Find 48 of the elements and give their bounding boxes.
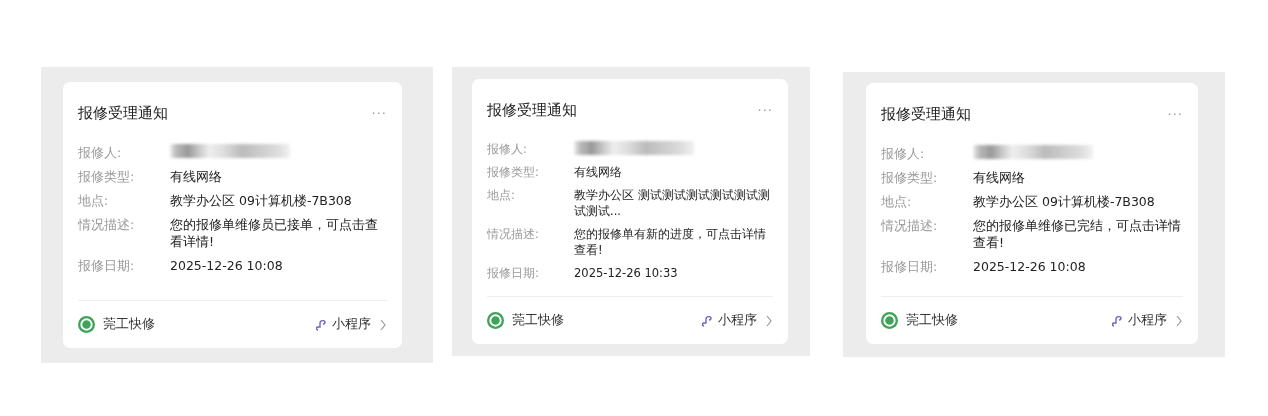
field-label: 地点:: [881, 192, 913, 210]
notification-card[interactable]: 报修受理通知 ··· 报修人: 报修类型: 有线网络 地点: 教学办公区 09计算机楼-7B308 情况描述: 您的报修单维修已完结，可点击详情查看! 报修日期: 2025-12-26 10:08 莞工快修 小程序: [866, 83, 1198, 344]
chevron-right-icon: [765, 314, 773, 327]
chevron-right-icon: [1175, 314, 1183, 327]
app-logo-icon: [487, 312, 504, 329]
field-value: 有线网络: [973, 168, 1025, 186]
field-label: 情况描述:: [881, 216, 939, 235]
mini-program-link[interactable]: 小程序: [316, 315, 387, 334]
field-value: 2025-12-26 10:08: [973, 257, 1086, 275]
field-label: 情况描述:: [78, 215, 136, 234]
card-title: 报修受理通知: [881, 104, 971, 125]
app-name: 莞工快修: [103, 315, 155, 334]
field-label: 报修人:: [881, 144, 926, 162]
chevron-right-icon: [379, 318, 387, 331]
field-label: 报修日期:: [487, 264, 540, 281]
field-value: 有线网络: [170, 167, 222, 185]
link-icon: [702, 313, 714, 328]
field-label: 情况描述:: [487, 225, 540, 243]
field-value: 您的报修单有新的进度，可点击详情查看!: [574, 225, 767, 258]
field-value: 2025-12-26 10:08: [170, 256, 283, 274]
field-label: 报修人:: [487, 140, 528, 157]
field-label: 报修类型:: [881, 168, 939, 186]
field-value: 您的报修单维修员已接单，可点击查看详情!: [170, 215, 379, 250]
field-label: 地点:: [78, 191, 110, 209]
field-label: 报修类型:: [78, 167, 136, 185]
field-label: 报修人:: [78, 143, 123, 161]
app-logo-icon: [881, 312, 898, 329]
card-title: 报修受理通知: [487, 100, 577, 121]
field-value: 教学办公区 09计算机楼-7B308: [973, 192, 1155, 210]
field-value: 有线网络: [574, 163, 622, 180]
field-label: 报修日期:: [78, 256, 136, 274]
field-value: 您的报修单维修已完结，可点击详情查看!: [973, 216, 1182, 251]
field-value: 教学办公区 09计算机楼-7B308: [170, 191, 352, 209]
link-icon: [316, 317, 328, 332]
app-name: 莞工快修: [906, 311, 958, 330]
field-label: 报修日期:: [881, 257, 939, 275]
notification-card[interactable]: 报修受理通知 ··· 报修人: 报修类型: 有线网络 地点: 教学办公区 09计算机楼-7B308 情况描述: 您的报修单维修员已接单，可点击查看详情! 报修日期: 2025-12-26 10:08 莞工快修 小程序: [63, 82, 402, 348]
card-title: 报修受理通知: [78, 103, 168, 124]
mini-program-link[interactable]: 小程序: [702, 311, 773, 330]
field-value: 教学办公区 测试测试测试测试测试测试测试...: [574, 186, 771, 219]
app-name: 莞工快修: [512, 311, 564, 330]
link-icon: [1112, 313, 1124, 328]
field-label: 地点:: [487, 186, 516, 204]
field-label: 报修类型:: [487, 163, 540, 180]
mini-program-link[interactable]: 小程序: [1112, 311, 1183, 330]
field-value: 2025-12-26 10:33: [574, 264, 678, 281]
app-logo-icon: [78, 316, 95, 333]
notification-card[interactable]: 报修受理通知 ··· 报修人: 报修类型: 有线网络 地点: 教学办公区 测试测试测试测试测试测试测试... 情况描述: 您的报修单有新的进度，可点击详情查看! 报修日期: 2025-12-26 10:33 莞工快修 小程序: [472, 79, 788, 344]
